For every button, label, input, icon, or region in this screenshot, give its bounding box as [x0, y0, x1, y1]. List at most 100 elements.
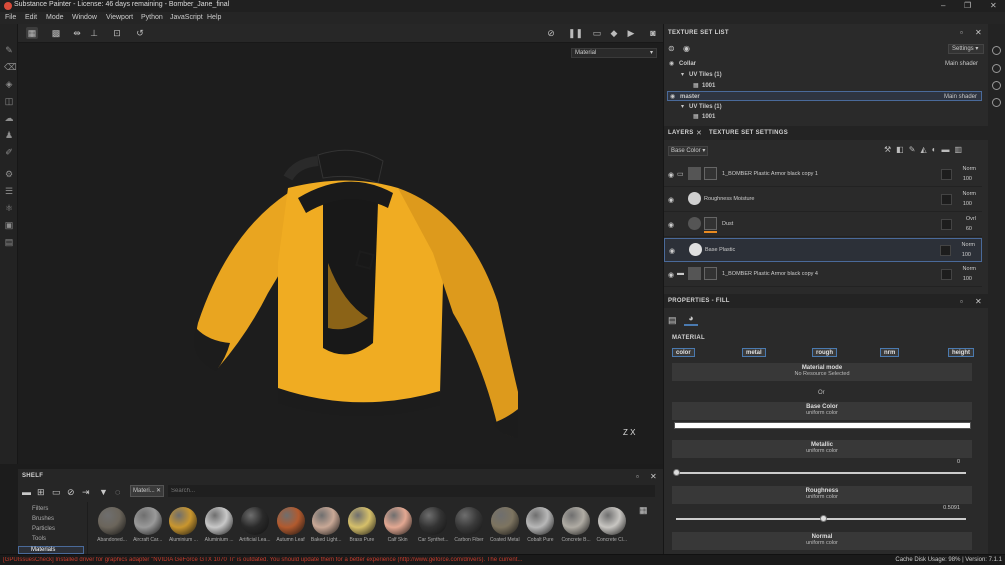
panel-close-icon[interactable]: ✕: [975, 297, 982, 306]
toggle-height[interactable]: height: [948, 348, 974, 357]
tab-close-icon[interactable]: ✕: [696, 129, 702, 137]
folder-icon[interactable]: ▬: [22, 487, 31, 497]
base-color-block[interactable]: Base Color uniform color: [672, 402, 972, 420]
tab-texture-set-settings[interactable]: TEXTURE SET SETTINGS: [709, 130, 788, 136]
shelf-search-input[interactable]: [168, 485, 655, 497]
material-thumbnail[interactable]: Autumn Leaf: [274, 507, 308, 543]
metallic-slider[interactable]: 0: [672, 459, 972, 478]
delete-layer-icon[interactable]: ▥: [954, 145, 967, 154]
menu-edit[interactable]: Edit: [25, 14, 37, 21]
filter-icon[interactable]: ▼: [99, 487, 108, 497]
expand-icon[interactable]: ▾: [681, 102, 684, 112]
add-paint-layer-icon[interactable]: ✎: [909, 145, 921, 154]
material-thumbnail[interactable]: Artificial Lea...: [238, 507, 272, 543]
eye-icon[interactable]: ◉: [668, 171, 674, 179]
toggle-metal[interactable]: metal: [742, 348, 766, 357]
minimize-icon[interactable]: –: [941, 1, 945, 10]
layer-row[interactable]: ◉ Base Plastic Norm 100: [664, 238, 982, 262]
toggle-color[interactable]: color: [672, 348, 695, 357]
info-icon[interactable]: [992, 98, 1001, 107]
history-icon[interactable]: ↺: [134, 27, 146, 39]
slider-knob[interactable]: [673, 469, 680, 476]
menu-window[interactable]: Window: [72, 14, 97, 21]
driver-warning[interactable]: [GPUIssuesCheck] Installed driver for gr…: [3, 557, 523, 563]
log-icon[interactable]: ▤: [4, 237, 14, 247]
python-console-icon[interactable]: ▣: [4, 220, 14, 230]
eye-icon[interactable]: ◌: [115, 487, 120, 497]
eye-icon[interactable]: ◉: [668, 196, 674, 204]
history-icon[interactable]: [992, 81, 1001, 90]
paint-brush-icon[interactable]: ✎: [4, 45, 14, 55]
close-icon[interactable]: ✕: [990, 1, 997, 10]
blend-mode[interactable]: Norm: [963, 191, 976, 197]
layer-opacity[interactable]: 100: [962, 252, 971, 258]
menu-file[interactable]: File: [5, 14, 16, 21]
geometry-mask-icon[interactable]: ◫: [4, 96, 14, 106]
material-thumbnail[interactable]: Cobalt Pure: [523, 507, 557, 543]
menu-mode[interactable]: Mode: [46, 14, 64, 21]
pause-icon[interactable]: ❚❚: [568, 27, 583, 39]
hide-filter-icon[interactable]: ⊘: [67, 487, 75, 498]
hide-icon[interactable]: ⊘: [545, 27, 557, 39]
shelf-close-icon[interactable]: ✕: [650, 472, 657, 481]
settings-dropdown[interactable]: Settings ▾: [948, 44, 984, 54]
material-tab-icon[interactable]: ◕: [684, 313, 698, 326]
eye-icon[interactable]: ◉: [670, 92, 675, 102]
eye-icon[interactable]: ◉: [669, 247, 675, 255]
material-thumbnail[interactable]: Brass Pure: [345, 507, 379, 543]
viewport-mode-select[interactable]: Material ▾: [571, 48, 657, 58]
roughness-block[interactable]: Roughness uniform color: [672, 486, 972, 504]
menu-python[interactable]: Python: [141, 14, 163, 21]
layer-row[interactable]: ◉ ▭ 1_BOMBER Plastic Armor black copy 1 …: [664, 163, 982, 187]
layer-opacity[interactable]: 60: [966, 226, 972, 232]
material-thumbnail[interactable]: Coated Metal: [488, 507, 522, 543]
layer-properties-icon[interactable]: ▤: [668, 315, 677, 326]
material-thumbnail[interactable]: Carbon Fiber: [452, 507, 486, 543]
category-particles[interactable]: Particles: [32, 526, 55, 532]
expand-icon[interactable]: ▾: [681, 70, 684, 80]
metallic-block[interactable]: Metallic uniform color: [672, 440, 972, 458]
layer-row[interactable]: ◉ Roughness Moisture Norm 100: [664, 188, 982, 212]
material-thumbnail[interactable]: Aircraft Car...: [131, 507, 165, 543]
camera-icon[interactable]: ▶: [625, 27, 637, 39]
eye-icon[interactable]: ◉: [668, 271, 674, 279]
add-smart-material-icon[interactable]: ◐: [932, 145, 942, 154]
texture-set-icon[interactable]: [992, 46, 1001, 55]
smudge-icon[interactable]: ☁: [4, 113, 14, 123]
material-thumbnail[interactable]: Baked Light...: [309, 507, 343, 543]
clone-stamp-icon[interactable]: ♟: [4, 130, 14, 140]
channel-select[interactable]: Base Color ▾: [668, 146, 708, 156]
toggle-nrm[interactable]: nrm: [880, 348, 900, 357]
category-materials[interactable]: Materials: [18, 546, 84, 554]
add-mask-icon[interactable]: ◧: [896, 145, 909, 154]
blend-mode[interactable]: Norm: [962, 242, 975, 248]
toggle-rough[interactable]: rough: [812, 348, 837, 357]
panel-close-icon[interactable]: ✕: [975, 28, 982, 37]
filter-tag[interactable]: Materi... ✕: [130, 485, 164, 497]
maximize-icon[interactable]: ❐: [964, 1, 971, 10]
color-picker-icon[interactable]: ✐: [4, 147, 14, 157]
blend-mode[interactable]: Norm: [963, 266, 976, 272]
export-icon[interactable]: ⇥: [82, 487, 90, 498]
material-thumbnail[interactable]: Concrete Cl...: [595, 507, 629, 543]
add-folder-icon[interactable]: ▬: [941, 145, 954, 154]
display-settings-icon[interactable]: ☰: [4, 186, 14, 196]
uv-tiles-row[interactable]: ▾ UV Tiles (1): [667, 102, 982, 112]
bake-icon[interactable]: ⚙: [4, 169, 14, 179]
eye-icon[interactable]: ◉: [669, 59, 674, 69]
category-brushes[interactable]: Brushes: [32, 516, 54, 522]
material-thumbnail[interactable]: Calf Skin: [381, 507, 415, 543]
float-icon[interactable]: ▫: [960, 28, 963, 37]
grid-size-icon[interactable]: ▦: [639, 505, 648, 516]
normal-block[interactable]: Normal uniform color: [672, 532, 972, 550]
layer-row[interactable]: ◉ Dust Ovrl 60: [664, 213, 982, 237]
material-mode-block[interactable]: Material mode No Resource Selected: [672, 363, 972, 381]
roughness-slider[interactable]: 0.5091: [672, 505, 972, 524]
material-thumbnail[interactable]: Car Synthet...: [416, 507, 450, 543]
uv-tile-row[interactable]: ▦ 1001: [667, 112, 982, 122]
eraser-icon[interactable]: ⌫: [4, 62, 17, 72]
layer-opacity[interactable]: 100: [963, 276, 972, 282]
float-icon[interactable]: ▫: [636, 472, 639, 481]
3d-view-icon[interactable]: ◆: [608, 27, 620, 39]
align-icon[interactable]: ⊥: [88, 27, 100, 39]
